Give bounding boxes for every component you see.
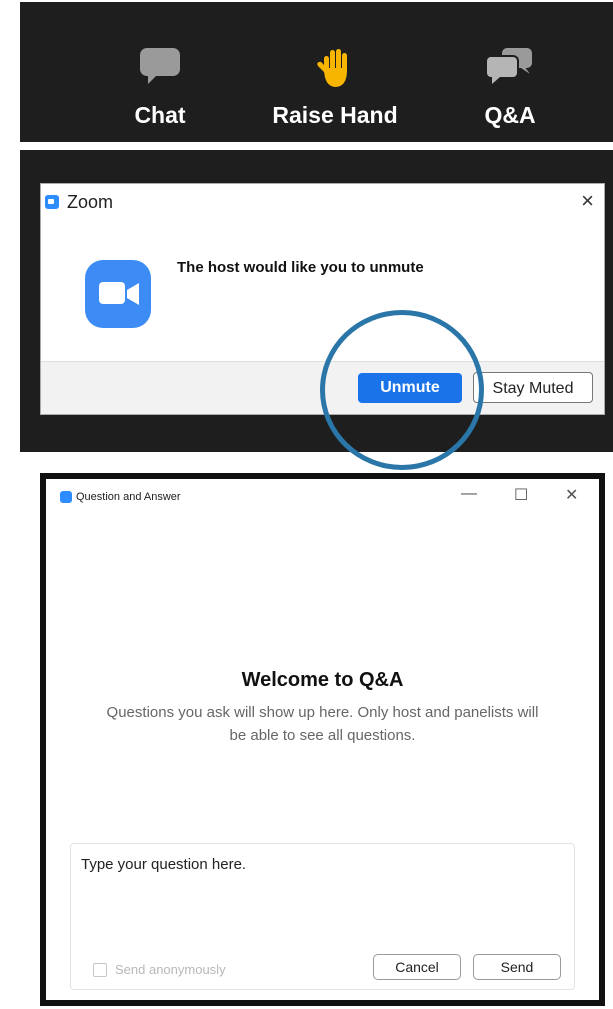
close-icon[interactable]: × <box>581 188 594 214</box>
send-button[interactable]: Send <box>473 954 561 980</box>
zoom-camera-icon <box>85 260 151 328</box>
qa-label: Q&A <box>484 102 536 128</box>
anonymous-checkbox[interactable] <box>93 963 107 977</box>
qa-heading: Welcome to Q&A <box>241 669 404 691</box>
close-icon[interactable]: ✕ <box>565 485 578 505</box>
raise-hand-label: Raise Hand <box>272 102 398 128</box>
chat-button[interactable]: Chat <box>120 2 200 142</box>
meeting-toolbar: Chat Raise Hand Q&A <box>20 2 613 142</box>
cancel-button[interactable]: Cancel <box>373 954 461 980</box>
question-compose-box: Send anonymously Cancel Send <box>70 843 575 990</box>
zoom-logo-icon <box>45 195 59 209</box>
qa-description: Questions you ask will show up here. Onl… <box>106 704 539 744</box>
window-title: Question and Answer <box>76 491 181 503</box>
chat-bubble-icon <box>138 46 182 91</box>
minimize-icon[interactable]: — <box>461 485 477 503</box>
chat-label: Chat <box>134 102 186 128</box>
highlight-circle <box>320 310 484 470</box>
stay-muted-button[interactable]: Stay Muted <box>473 372 593 403</box>
zoom-logo-icon <box>60 491 72 503</box>
qa-button[interactable]: Q&A <box>475 2 545 142</box>
qa-window: Question and Answer — ☐ ✕ Welcome to Q&A… <box>40 473 605 1006</box>
anonymous-label: Send anonymously <box>115 962 226 977</box>
question-input[interactable] <box>81 856 551 873</box>
qa-bubbles-icon <box>484 46 536 91</box>
dialog-title: Zoom <box>67 192 114 212</box>
maximize-icon[interactable]: ☐ <box>514 485 528 505</box>
raised-hand-icon <box>315 46 355 95</box>
raise-hand-button[interactable]: Raise Hand <box>260 2 410 142</box>
dialog-message: The host would like you to unmute <box>177 259 424 276</box>
